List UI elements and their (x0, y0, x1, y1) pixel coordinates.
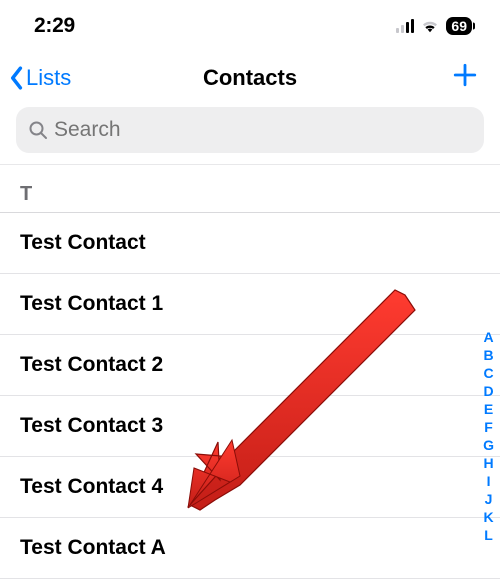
search-input[interactable] (54, 118, 472, 142)
list-item[interactable]: Test Contact 2 (0, 335, 500, 396)
index-letter[interactable]: D (483, 384, 493, 398)
index-letter[interactable]: B (483, 348, 493, 362)
index-letter[interactable]: I (487, 474, 491, 488)
index-letter[interactable]: F (484, 420, 493, 434)
search-field[interactable] (16, 107, 484, 153)
index-letter[interactable]: L (484, 528, 493, 542)
search-icon (28, 120, 48, 140)
list-item[interactable]: Test Contact 4 (0, 457, 500, 518)
chevron-left-icon (8, 66, 24, 90)
wifi-icon (420, 19, 440, 33)
list-item[interactable]: Test Contact 1 (0, 274, 500, 335)
section-header: T (0, 173, 500, 213)
back-button[interactable]: Lists (8, 65, 71, 91)
index-letter[interactable]: A (483, 330, 493, 344)
cellular-signal-icon (396, 19, 415, 33)
plus-icon (452, 62, 478, 88)
battery-indicator: 69 (446, 17, 472, 35)
status-time: 2:29 (34, 14, 75, 38)
index-letter[interactable]: C (483, 366, 493, 380)
section-divider (0, 165, 500, 173)
search-container (0, 103, 500, 165)
back-label: Lists (26, 65, 71, 91)
nav-bar: Lists Contacts (0, 48, 500, 103)
index-letter[interactable]: G (483, 438, 494, 452)
status-right: 69 (396, 17, 472, 35)
index-letter[interactable]: E (484, 402, 493, 416)
list-item[interactable]: Test Contact (0, 213, 500, 274)
battery-level: 69 (451, 18, 467, 34)
index-letter[interactable]: H (483, 456, 493, 470)
page-title: Contacts (203, 65, 297, 91)
index-letter[interactable]: K (483, 510, 493, 524)
list-item[interactable]: Test Contact 3 (0, 396, 500, 457)
status-bar: 2:29 69 (0, 0, 500, 48)
add-contact-button[interactable] (452, 62, 484, 93)
index-letter[interactable]: J (485, 492, 493, 506)
alphabet-index[interactable]: A B C D E F G H I J K L (483, 330, 494, 542)
list-item[interactable]: Test Contact A (0, 518, 500, 579)
